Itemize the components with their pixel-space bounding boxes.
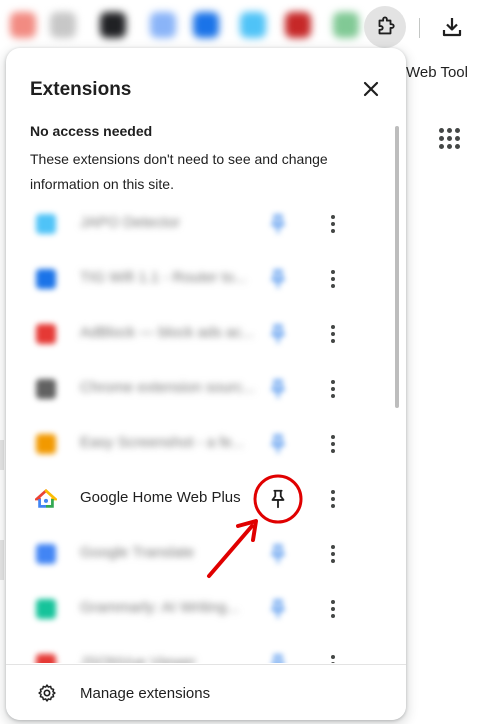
pin-icon[interactable] [267,433,289,455]
extension-name: Google Home Web Plus [80,489,241,506]
extension-row[interactable]: AdBlock — block ads ac... [6,307,398,362]
section-description: These extensions don't need to see and c… [30,151,328,192]
extension-row[interactable]: Google Home Web Plus [6,472,398,527]
extension-icon [36,599,56,619]
page-fragment [0,540,4,580]
download-icon[interactable] [440,15,464,39]
extension-icon [36,214,56,234]
extension-name: JSONVue Viewer [80,654,196,663]
pin-icon[interactable] [267,213,289,235]
extension-icon [36,379,56,399]
page-fragment [0,440,4,470]
browser-toolbar [0,0,483,54]
gear-icon [38,684,56,702]
extension-name: JAPO Detector [80,214,181,231]
manage-extensions-label: Manage extensions [80,685,211,702]
pin-icon[interactable] [267,598,289,620]
extension-row[interactable]: Google Translate [6,527,398,582]
extension-name: AdBlock — block ads ac... [80,324,255,341]
extension-row[interactable]: TIG Wifi 1.1 - Router to... [6,252,398,307]
puzzle-icon [378,16,395,35]
more-options-icon[interactable] [322,212,344,236]
pin-icon[interactable] [267,488,289,510]
pin-icon[interactable] [267,543,289,565]
pin-icon[interactable] [267,378,289,400]
google-home-icon [35,489,57,508]
more-options-icon[interactable] [322,542,344,566]
close-icon[interactable] [358,76,384,102]
more-options-icon[interactable] [322,487,344,511]
pin-icon[interactable] [267,323,289,345]
toolbar-separator [419,18,420,38]
extensions-button[interactable] [364,6,406,48]
extension-icon [36,544,56,564]
pin-icon[interactable] [267,268,289,290]
extension-row[interactable]: JAPO Detector [6,197,398,252]
extension-row[interactable]: JSONVue Viewer [6,637,398,663]
extension-icon [36,434,56,454]
scrollbar[interactable] [395,126,399,408]
extension-name: Google Translate [80,544,195,561]
extension-row[interactable]: Chrome extension sourc... [6,362,398,417]
pinned-extension-icon[interactable] [285,12,311,38]
extensions-menu: Extensions No access needed These extens… [6,48,406,720]
more-options-icon[interactable] [322,432,344,456]
extension-row[interactable]: Easy Screenshot - a fe... [6,417,398,472]
more-options-icon[interactable] [322,597,344,621]
extension-icon [36,269,56,289]
extension-list: JAPO Detector TIG Wifi 1.1 - Router to...… [6,197,398,663]
more-options-icon[interactable] [322,377,344,401]
extension-icon [36,324,56,344]
section-title: No access needed [30,123,153,139]
extension-row[interactable]: Grammarly: AI Writing... [6,582,398,637]
extension-name: Chrome extension sourc... [80,379,256,396]
page-partial-text: Web Tool [406,64,468,81]
extension-name: TIG Wifi 1.1 - Router to... [80,269,247,286]
extension-name: Easy Screenshot - a fe... [80,434,245,451]
pinned-extension-icon[interactable] [10,12,36,38]
pinned-extension-icon[interactable] [333,12,359,38]
pinned-extension-icon[interactable] [100,12,126,38]
pinned-extension-icon[interactable] [50,12,76,38]
extension-name: Grammarly: AI Writing... [80,599,239,616]
menu-title: Extensions [30,79,132,100]
more-options-icon[interactable] [322,267,344,291]
pinned-extension-icon[interactable] [150,12,176,38]
more-options-icon[interactable] [322,652,344,663]
more-options-icon[interactable] [322,322,344,346]
pin-icon[interactable] [267,653,289,663]
extension-icon [36,654,56,663]
manage-extensions-button[interactable]: Manage extensions [6,664,406,720]
pinned-extension-icon[interactable] [240,12,266,38]
pinned-extension-icon[interactable] [193,12,219,38]
